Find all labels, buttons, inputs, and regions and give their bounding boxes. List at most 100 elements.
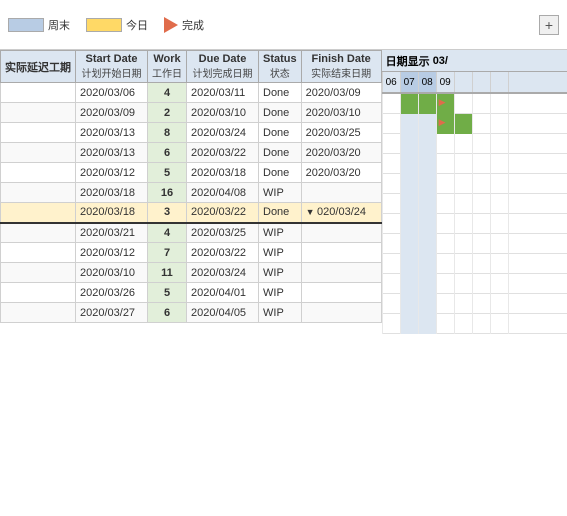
gantt-cell: [508, 94, 526, 114]
gantt-cell: [400, 274, 418, 294]
gantt-chart-rows: [382, 94, 567, 334]
header-col-e: Start Date 计划开始日期: [76, 51, 148, 83]
gantt-days-header: 06070809: [382, 72, 567, 92]
work-cell: 8: [148, 123, 187, 143]
gantt-cell: [418, 294, 436, 314]
gantt-cell: [472, 214, 490, 234]
gantt-cell: [472, 294, 490, 314]
gantt-cell: [454, 274, 472, 294]
work-cell: 7: [148, 243, 187, 263]
legend-today: 今日: [86, 17, 148, 33]
gantt-cell: [436, 254, 454, 274]
gantt-chart-row: [382, 314, 567, 334]
gantt-cell: [400, 234, 418, 254]
delay-cell: [1, 183, 76, 203]
gantt-cell: [490, 314, 508, 334]
delay-cell: [1, 303, 76, 323]
dropdown-arrow-icon[interactable]: ▼: [306, 207, 317, 217]
status-cell: Done: [259, 103, 302, 123]
gantt-cell: [418, 94, 436, 114]
gantt-cell: [490, 274, 508, 294]
finish-date-cell: [301, 223, 381, 243]
gantt-day-header: [472, 72, 490, 92]
table-row: 2020/03/10112020/03/24WIP: [1, 263, 382, 283]
gantt-cell: [490, 174, 508, 194]
right-gantt: 日期显示 03/ 06070809: [382, 50, 567, 334]
finish-date-cell: [301, 263, 381, 283]
delay-cell: [1, 263, 76, 283]
status-cell: WIP: [259, 283, 302, 303]
header-col-d: 实际延迟工期: [1, 51, 76, 83]
gantt-cell: [490, 114, 508, 134]
gantt-cell: [436, 94, 454, 114]
header-col-g: Due Date 计划完成日期: [187, 51, 259, 83]
gantt-cell: [418, 314, 436, 334]
work-cell: 5: [148, 283, 187, 303]
due-date-cell: 2020/03/10: [187, 103, 259, 123]
table-row: 2020/03/0642020/03/11Done2020/03/09: [1, 83, 382, 103]
gantt-cell: [400, 314, 418, 334]
gantt-cell: [490, 294, 508, 314]
gantt-cell: [382, 154, 400, 174]
finish-date-cell: 2020/03/10: [301, 103, 381, 123]
gantt-chart-row: [382, 234, 567, 254]
done-label: 完成: [182, 17, 204, 33]
gantt-cell: [382, 174, 400, 194]
due-date-cell: 2020/03/24: [187, 263, 259, 283]
gantt-cell: [454, 294, 472, 314]
gantt-cell: [508, 114, 526, 134]
gantt-cell: [382, 194, 400, 214]
gantt-cell: [382, 114, 400, 134]
table-row: 2020/03/1272020/03/22WIP: [1, 243, 382, 263]
gantt-cell: [472, 234, 490, 254]
due-date-cell: 2020/03/22: [187, 143, 259, 163]
start-date-cell: 2020/03/13: [76, 143, 148, 163]
gantt-cell: [508, 174, 526, 194]
gantt-cell: [400, 154, 418, 174]
gantt-cell: [436, 274, 454, 294]
gantt-cell: [508, 294, 526, 314]
gantt-cell: [472, 174, 490, 194]
gantt-cell: [454, 114, 472, 134]
gantt-cell: [436, 134, 454, 154]
work-cell: 2: [148, 103, 187, 123]
gantt-cell: [382, 294, 400, 314]
delay-cell: [1, 283, 76, 303]
gantt-cell: [400, 214, 418, 234]
gantt-chart-row: [382, 94, 567, 114]
gantt-cell: [436, 314, 454, 334]
start-date-cell: 2020/03/27: [76, 303, 148, 323]
gantt-cell: [436, 114, 454, 134]
gantt-cell: [400, 254, 418, 274]
gantt-cell: [382, 274, 400, 294]
add-button[interactable]: +: [539, 15, 559, 35]
gantt-cell: [382, 314, 400, 334]
gantt-cell: [436, 194, 454, 214]
today-label: 今日: [126, 17, 148, 33]
header-col-f: Work 工作日: [148, 51, 187, 83]
gantt-chart-row: [382, 154, 567, 174]
status-cell: Done: [259, 83, 302, 103]
gantt-cell: [454, 134, 472, 154]
table-row: 2020/03/2652020/04/01WIP: [1, 283, 382, 303]
gantt-day-header: [508, 72, 526, 92]
gantt-cell: [508, 314, 526, 334]
spreadsheet-container: 周末 今日 完成 + 实际延迟工期 Start Date: [0, 0, 567, 516]
delay-cell: [1, 103, 76, 123]
gantt-cell: [454, 94, 472, 114]
due-date-cell: 2020/03/18: [187, 163, 259, 183]
work-cell: 11: [148, 263, 187, 283]
weekend-label: 周末: [48, 17, 70, 33]
table-row: 2020/03/2762020/04/05WIP: [1, 303, 382, 323]
status-cell: Done: [259, 163, 302, 183]
finish-date-cell: 2020/03/20: [301, 163, 381, 183]
table-row: 2020/03/1362020/03/22Done2020/03/20: [1, 143, 382, 163]
gantt-date-label: 日期显示 03/: [382, 50, 567, 72]
gantt-chart-row: [382, 254, 567, 274]
gantt-cell: [454, 154, 472, 174]
gantt-cell: [418, 214, 436, 234]
gantt-cell: [472, 314, 490, 334]
finish-date-cell: [301, 303, 381, 323]
gantt-cell: [490, 94, 508, 114]
gantt-cell: [490, 214, 508, 234]
